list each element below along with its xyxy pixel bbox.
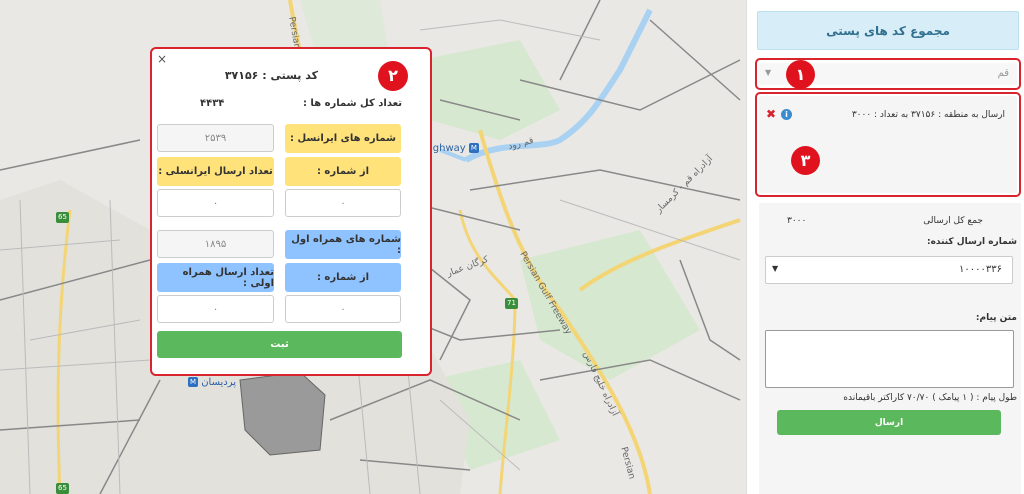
city-select-value: قم (997, 68, 1009, 79)
delete-icon[interactable]: ✖ (766, 107, 776, 121)
metro-icon: M (468, 143, 479, 153)
irancell-from-label: از شماره : (285, 157, 401, 186)
sum-label: جمع کل ارسالی (923, 216, 983, 226)
chevron-down-icon: ▼ (765, 68, 772, 77)
send-button[interactable]: ارسال (777, 410, 1001, 435)
close-icon[interactable]: × (157, 52, 167, 66)
road-shield-icon: 65 (56, 212, 69, 223)
postal-code-popup: × ۲ کد پستی : ۳۷۱۵۶ تعداد کل شماره ها : … (150, 47, 432, 376)
mci-from-label: از شماره : (285, 263, 401, 292)
step-badge-1: ۱ (786, 60, 815, 89)
mci-numbers-label: شماره های همراه اول : (285, 230, 401, 259)
panel-header: مجموع کد های پستی (757, 11, 1019, 50)
popup-title: کد پستی : ۳۷۱۵۶ (224, 69, 318, 82)
irancell-numbers-field: ۲۵۳۹ (157, 124, 274, 152)
chevron-down-icon: ▼ (772, 264, 779, 273)
total-numbers-label: تعداد کل شماره ها : (302, 98, 402, 109)
irancell-numbers-label: شماره های ایرانسل : (285, 124, 401, 153)
map-station-text: پردیسان (201, 377, 237, 388)
mci-from-input[interactable]: ۰ (285, 295, 401, 323)
mci-send-count-input[interactable]: ۰ (157, 295, 274, 323)
map-highway-label: ighway M (430, 143, 479, 154)
step-badge-2: ۲ (378, 61, 408, 91)
map-view[interactable]: Persian G ighway M قم رود آزادراه قم - ک… (0, 0, 746, 494)
send-form: جمع کل ارسالی ۳۰۰۰ شماره ارسال کننده: ۱۰… (759, 203, 1021, 494)
send-summary-text: ارسال به منطقه : ۳۷۱۵۶ به تعداد : ۳۰۰۰ (851, 110, 1005, 120)
mci-numbers-field: ۱۸۹۵ (157, 230, 274, 258)
sender-select-value: ۱۰۰۰۰۳۳۶ (959, 264, 1002, 275)
total-numbers-value: ۴۴۳۴ (200, 98, 225, 109)
message-textarea[interactable] (765, 330, 1014, 388)
road-shield-icon: 71 (505, 298, 518, 309)
sum-value: ۳۰۰۰ (787, 216, 807, 226)
mci-send-count-label: تعداد ارسال همراه اولی : (157, 263, 274, 292)
send-summary-box: ارسال به منطقه : ۳۷۱۵۶ به تعداد : ۳۰۰۰ i… (759, 96, 1017, 193)
step-badge-3: ۳ (791, 146, 820, 175)
sender-label: شماره ارسال کننده: (926, 237, 1017, 247)
submit-button[interactable]: ثبت (157, 331, 402, 358)
metro-icon: M (188, 377, 198, 387)
irancell-from-input[interactable]: ۰ (285, 189, 401, 217)
message-length-text: طول پیام : ( ۱ پیامک ) ۷۰/۷۰ کاراکتر باق… (843, 393, 1017, 403)
map-highway-text: ighway (430, 143, 466, 154)
message-label: متن پیام: (975, 313, 1017, 323)
sidebar-panel: مجموع کد های پستی قم ▼ ۱ ارسال به منطقه … (746, 0, 1024, 494)
road-shield-icon: 65 (56, 483, 69, 494)
info-icon[interactable]: i (781, 109, 792, 120)
irancell-send-count-label: تعداد ارسال ایرانسلی : (157, 157, 274, 186)
irancell-send-count-input[interactable]: ۰ (157, 189, 274, 217)
map-station-label: M پردیسان (188, 377, 236, 388)
sender-select[interactable]: ۱۰۰۰۰۳۳۶ ▼ (765, 256, 1013, 284)
